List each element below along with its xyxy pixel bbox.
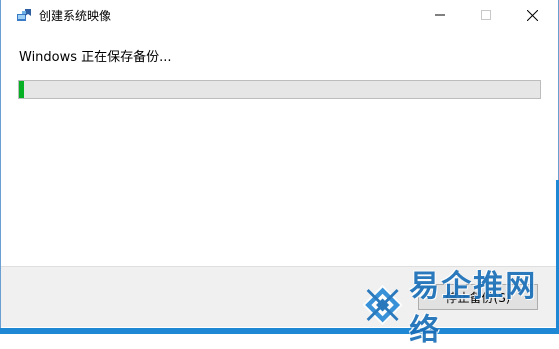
close-icon	[526, 9, 538, 21]
watermark-logo-icon	[362, 284, 403, 326]
window-title: 创建系统映像	[39, 9, 112, 23]
watermark-text: 易企推网络	[409, 269, 538, 348]
backup-app-icon	[17, 9, 31, 21]
title-bar[interactable]: 创建系统映像	[1, 0, 558, 30]
maximize-button[interactable]	[463, 0, 509, 30]
progress-fill	[19, 81, 25, 98]
close-button[interactable]	[509, 0, 555, 30]
status-message: Windows 正在保存备份...	[19, 50, 172, 65]
progress-bar	[18, 80, 541, 99]
maximize-icon	[481, 10, 491, 20]
watermark: 易企推网络	[362, 269, 559, 348]
minimize-icon	[435, 14, 445, 16]
minimize-button[interactable]	[417, 0, 463, 30]
